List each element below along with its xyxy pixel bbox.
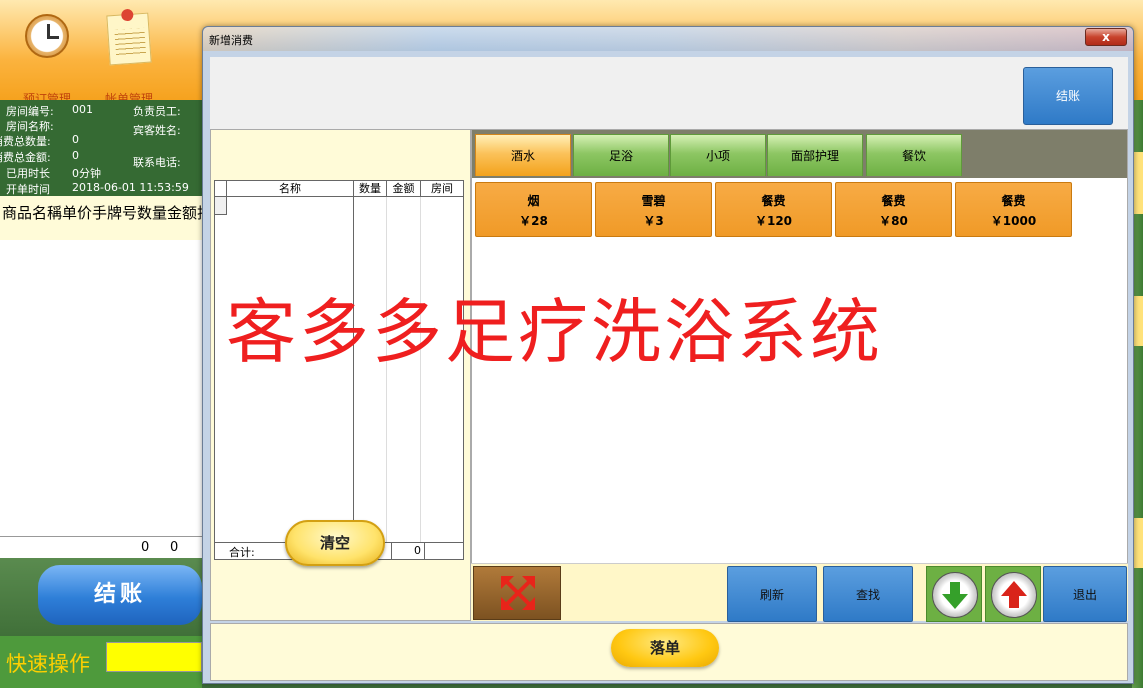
grid-row-selector[interactable] <box>215 197 227 215</box>
toolbar-button-reservations[interactable]: 预订管理 <box>12 8 82 106</box>
product-price: ￥1000 <box>990 214 1037 228</box>
expand-arrows-icon <box>501 576 535 610</box>
room-no-label: 房间编号: <box>6 105 54 118</box>
product-name: 餐费 <box>881 194 906 208</box>
time-used-value: 0分钟 <box>72 167 101 180</box>
room-info-panel: 房间编号: 001 负责员工: 房间名称: 宾客姓名: 消费总数量: 0 消费总… <box>0 100 202 196</box>
grid-header-qty[interactable]: 数量 <box>354 181 387 197</box>
quick-action-input[interactable] <box>106 642 202 672</box>
grid-header-amount[interactable]: 金额 <box>387 181 421 197</box>
product-name: 餐费 <box>1001 194 1026 208</box>
open-time-label: 开单时间 <box>6 183 50 196</box>
product-name: 餐费 <box>761 194 786 208</box>
qty-total-value: 0 <box>72 133 79 146</box>
dialog-title: 新增消费 <box>209 34 253 47</box>
product-price: ￥28 <box>519 214 548 228</box>
watermark-text: 客多多足疗洗浴系统 <box>226 291 883 373</box>
product-price: ￥80 <box>879 214 908 228</box>
product-name: 雪碧 <box>641 194 666 208</box>
close-button[interactable]: x <box>1085 28 1127 46</box>
product-price: ￥3 <box>643 214 664 228</box>
find-button[interactable]: 查找 <box>823 566 913 622</box>
refresh-button[interactable]: 刷新 <box>727 566 817 622</box>
dialog-top-area <box>210 57 1128 129</box>
order-list[interactable] <box>0 240 202 536</box>
tab-dining[interactable]: 餐饮 <box>866 134 962 176</box>
clear-button[interactable]: 清空 <box>285 520 385 566</box>
room-no-value: 001 <box>72 103 93 116</box>
tab-small-items[interactable]: 小项 <box>670 134 766 176</box>
arrow-down-icon <box>942 582 968 609</box>
dialog-footer: 落单 <box>210 623 1128 681</box>
grid-header-name[interactable]: 名称 <box>227 181 354 197</box>
tab-facial-care[interactable]: 面部护理 <box>767 134 863 176</box>
product-button[interactable]: 雪碧 ￥3 <box>595 182 712 237</box>
staff-label: 负责员工: <box>133 105 181 118</box>
grid-total-label: 合计: <box>229 546 255 559</box>
order-list-total-qty: 0 <box>141 540 150 555</box>
amount-total-label: 消费总金额: <box>0 151 51 164</box>
arrow-up-icon <box>1001 581 1027 608</box>
phone-label: 联系电话: <box>133 156 181 169</box>
checkout-button[interactable]: 结账 <box>38 565 202 625</box>
quick-action-label: 快速操作 <box>6 652 90 676</box>
exit-button[interactable]: 退出 <box>1043 566 1127 622</box>
dialog-checkout-button[interactable]: 结账 <box>1023 67 1113 125</box>
product-button[interactable]: 餐费 ￥80 <box>835 182 952 237</box>
tab-drinks[interactable]: 酒水 <box>475 134 571 176</box>
product-button[interactable]: 餐费 ￥1000 <box>955 182 1072 237</box>
category-tabs: 酒水 足浴 小项 面部护理 餐饮 <box>472 130 1127 178</box>
amount-total-value: 0 <box>72 149 79 162</box>
guest-label: 宾客姓名: <box>133 124 181 137</box>
close-icon: x <box>1102 30 1110 44</box>
order-list-header-text: 商品名稱单价手牌号数量金额技 <box>2 204 213 222</box>
scroll-up-button[interactable] <box>985 566 1041 622</box>
grid-total-value: 0 <box>391 543 425 559</box>
submit-order-button[interactable]: 落单 <box>611 629 719 667</box>
order-list-header: 商品名稱单价手牌号数量金额技 <box>0 196 212 240</box>
product-button[interactable]: 餐费 ￥120 <box>715 182 832 237</box>
room-name-label: 房间名称: <box>6 120 54 133</box>
toolbar-button-bills[interactable]: 帐单管理 <box>94 8 164 106</box>
grid-header-room[interactable]: 房间 <box>421 181 463 197</box>
grid-corner <box>215 181 227 197</box>
dialog-titlebar[interactable]: 新增消费 x <box>203 27 1133 51</box>
fullscreen-button[interactable] <box>473 566 561 620</box>
scroll-down-button[interactable] <box>926 566 982 622</box>
order-list-total-amount: 0 <box>170 540 179 555</box>
memo-icon <box>106 12 152 66</box>
time-used-label: 已用时长 <box>6 167 50 180</box>
product-name: 烟 <box>527 194 540 208</box>
order-list-totals: 0 0 <box>0 536 202 558</box>
product-button[interactable]: 烟 ￥28 <box>475 182 592 237</box>
dialog-action-bar: 刷新 查找 退出 <box>471 563 1128 622</box>
open-time-value: 2018-06-01 11:53:59 <box>72 181 189 194</box>
qty-total-label: 消费总数量: <box>0 135 51 148</box>
product-price: ￥120 <box>754 214 793 228</box>
tab-foot-bath[interactable]: 足浴 <box>573 134 669 176</box>
clock-icon <box>25 14 69 58</box>
